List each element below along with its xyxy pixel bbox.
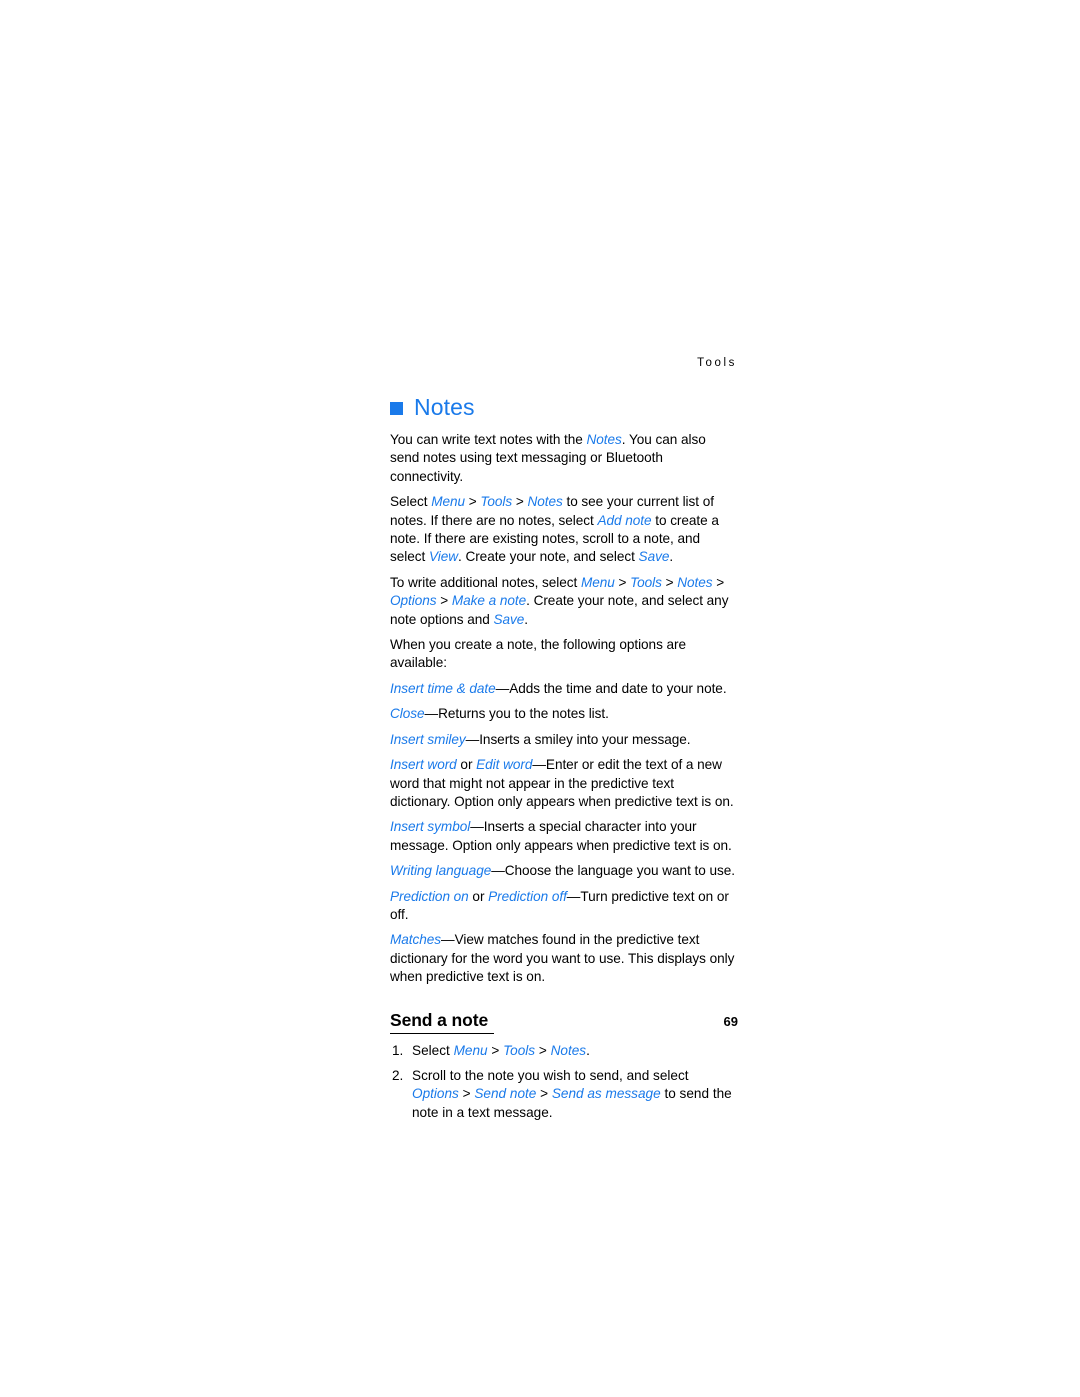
text-run: . bbox=[586, 1042, 590, 1058]
text-run: To write additional notes, select bbox=[390, 574, 581, 590]
option-insert-smiley: Insert smiley—Inserts a smiley into your… bbox=[390, 731, 738, 749]
text-run: > bbox=[661, 574, 678, 590]
ui-term[interactable]: View bbox=[429, 549, 458, 564]
option-writing-language: Writing language—Choose the language you… bbox=[390, 862, 738, 880]
step-number: 1. bbox=[392, 1042, 404, 1058]
page-title: Notes bbox=[414, 394, 475, 420]
ui-term[interactable]: Notes bbox=[587, 432, 622, 447]
running-head: Tools bbox=[697, 357, 737, 369]
square-bullet-icon bbox=[390, 401, 403, 415]
ui-term[interactable]: Add note bbox=[597, 513, 651, 528]
ui-term[interactable]: Notes bbox=[527, 494, 562, 509]
ui-term[interactable]: Matches bbox=[390, 932, 441, 947]
option-insert-time-date: Insert time & date—Adds the time and dat… bbox=[390, 680, 738, 698]
ui-term[interactable]: Notes bbox=[677, 575, 712, 590]
ui-term[interactable]: Prediction on bbox=[390, 889, 469, 904]
ui-term[interactable]: Tools bbox=[503, 1043, 535, 1058]
text-run: or bbox=[456, 757, 477, 773]
text-run: > bbox=[487, 1042, 504, 1058]
text-run: You can write text notes with the bbox=[390, 432, 587, 447]
ui-term[interactable]: Prediction off bbox=[488, 889, 567, 904]
ui-term[interactable]: Menu bbox=[431, 494, 465, 509]
text-run: — bbox=[470, 819, 484, 835]
ui-term[interactable]: Insert word bbox=[390, 757, 457, 772]
step-text: Select Menu > Tools > Notes. bbox=[412, 1043, 590, 1058]
text-run: > bbox=[458, 1086, 475, 1102]
ui-term[interactable]: Save bbox=[639, 549, 670, 564]
text-run: — bbox=[424, 706, 439, 722]
text-run: . bbox=[524, 611, 528, 627]
text-run: > bbox=[436, 593, 452, 609]
options-available-paragraph: When you create a note, the following op… bbox=[390, 636, 738, 673]
body-paragraphs: You can write text notes with the Notes.… bbox=[390, 431, 738, 987]
ui-term[interactable]: Menu bbox=[454, 1043, 488, 1058]
text-run: — bbox=[465, 731, 480, 747]
chapter-title-row: Notes bbox=[390, 394, 738, 420]
text-run: > bbox=[536, 1086, 552, 1102]
step-select-notes: 1. Select Menu > Tools > Notes. bbox=[390, 1042, 738, 1060]
step-send-as-message: 2. Scroll to the note you wish to send, a… bbox=[390, 1067, 738, 1122]
ui-term[interactable]: Send as message bbox=[552, 1086, 661, 1101]
text-run: Inserts a smiley into your message. bbox=[479, 731, 691, 747]
text-run: > bbox=[512, 494, 528, 510]
option-matches: Matches—View matches found in the predic… bbox=[390, 931, 738, 986]
ui-term[interactable]: Options bbox=[390, 593, 437, 608]
ui-term[interactable]: Tools bbox=[630, 575, 662, 590]
ui-term[interactable]: Close bbox=[390, 706, 425, 721]
ui-term[interactable]: Edit word bbox=[476, 757, 532, 772]
ui-term[interactable]: Tools bbox=[480, 494, 512, 509]
additional-notes-paragraph: To write additional notes, select Menu >… bbox=[390, 574, 738, 629]
ui-term[interactable]: Menu bbox=[581, 575, 615, 590]
text-run: — bbox=[441, 932, 455, 948]
ui-term[interactable]: Save bbox=[493, 612, 524, 627]
text-run: > bbox=[535, 1042, 551, 1058]
text-run: — bbox=[532, 757, 546, 773]
option-prediction: Prediction on or Prediction off—Turn pre… bbox=[390, 888, 738, 925]
text-run: > bbox=[614, 574, 631, 590]
text-run: Choose the language you want to use. bbox=[504, 863, 735, 879]
ui-term[interactable]: Send note bbox=[474, 1086, 536, 1101]
step-number: 2. bbox=[392, 1067, 404, 1083]
text-run: — bbox=[566, 888, 581, 904]
text-run: When you create a note, the following op… bbox=[390, 637, 687, 671]
text-run: . bbox=[669, 549, 674, 565]
page-number: 69 bbox=[723, 1014, 738, 1029]
intro-paragraph: You can write text notes with the Notes.… bbox=[390, 431, 738, 486]
text-run: . Create your note, and select bbox=[457, 549, 639, 565]
text-run: — bbox=[491, 863, 505, 879]
ui-term[interactable]: Make a note bbox=[452, 593, 526, 608]
manual-page: Tools Notes You can write text notes wit… bbox=[0, 0, 1080, 1397]
numbered-steps: 1. Select Menu > Tools > Notes. 2. Scroll t… bbox=[390, 1042, 738, 1123]
option-insert-word: Insert word or Edit word—Enter or edit t… bbox=[390, 756, 738, 811]
option-insert-symbol: Insert symbol—Inserts a special characte… bbox=[390, 818, 738, 855]
ui-term[interactable]: Options bbox=[412, 1086, 459, 1101]
text-run: Select bbox=[390, 494, 432, 510]
ui-term[interactable]: Insert symbol bbox=[390, 819, 470, 834]
option-close: Close—Returns you to the notes list. bbox=[390, 705, 738, 723]
text-run: > bbox=[465, 494, 481, 510]
text-run: > bbox=[712, 574, 725, 590]
text-run: Returns you to the notes list. bbox=[438, 706, 609, 722]
step-text: Scroll to the note you wish to send, and… bbox=[412, 1068, 732, 1120]
text-run: or bbox=[468, 888, 489, 904]
text-run: Select bbox=[412, 1042, 454, 1058]
text-run: — bbox=[495, 680, 510, 696]
select-notes-paragraph: Select Menu > Tools > Notes to see your … bbox=[390, 493, 738, 567]
ui-term[interactable]: Notes bbox=[551, 1043, 587, 1058]
text-run: Adds the time and date to your note. bbox=[509, 680, 727, 696]
text-run: Scroll to the note you wish to send, and… bbox=[412, 1067, 689, 1083]
ui-term[interactable]: Writing language bbox=[390, 863, 491, 878]
ui-term[interactable]: Insert smiley bbox=[390, 732, 466, 747]
ui-term[interactable]: Insert time & date bbox=[390, 681, 496, 696]
